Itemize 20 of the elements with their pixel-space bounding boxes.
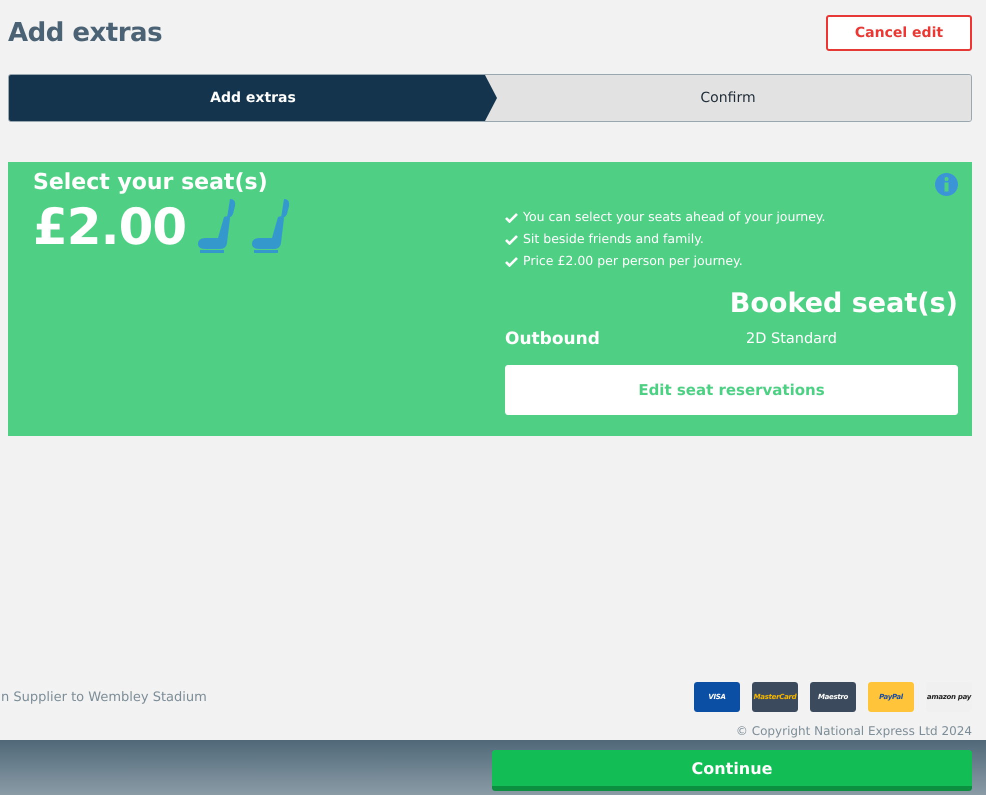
copyright-text: © Copyright National Express Ltd 2024 xyxy=(736,724,972,738)
booked-seats-heading: Booked seat(s) xyxy=(730,288,958,319)
step-tab[interactable]: Add extras xyxy=(9,75,497,121)
cancel-edit-button[interactable]: Cancel edit xyxy=(826,15,972,51)
page-title: Add extras xyxy=(8,18,162,48)
journey-direction: Outbound xyxy=(505,329,601,349)
seat-icon xyxy=(252,199,290,253)
check-icon xyxy=(505,256,518,266)
info-icon[interactable] xyxy=(935,173,958,196)
check-icon xyxy=(505,212,518,222)
check-icon xyxy=(505,234,518,244)
card-title: Select your seat(s) xyxy=(33,170,269,195)
benefit-text: You can select your seats ahead of your journey. xyxy=(523,208,826,226)
benefit-text: Sit beside friends and family. xyxy=(523,230,704,248)
seat-number: 2D Standard xyxy=(746,331,838,347)
partner-text: n Supplier to Wembley Stadium xyxy=(1,690,207,704)
seat-icon xyxy=(198,199,236,253)
continue-button[interactable]: Continue xyxy=(492,750,972,791)
seat-price: £2.00 xyxy=(33,200,186,255)
benefit-text: Price £2.00 per person per journey. xyxy=(523,252,743,270)
